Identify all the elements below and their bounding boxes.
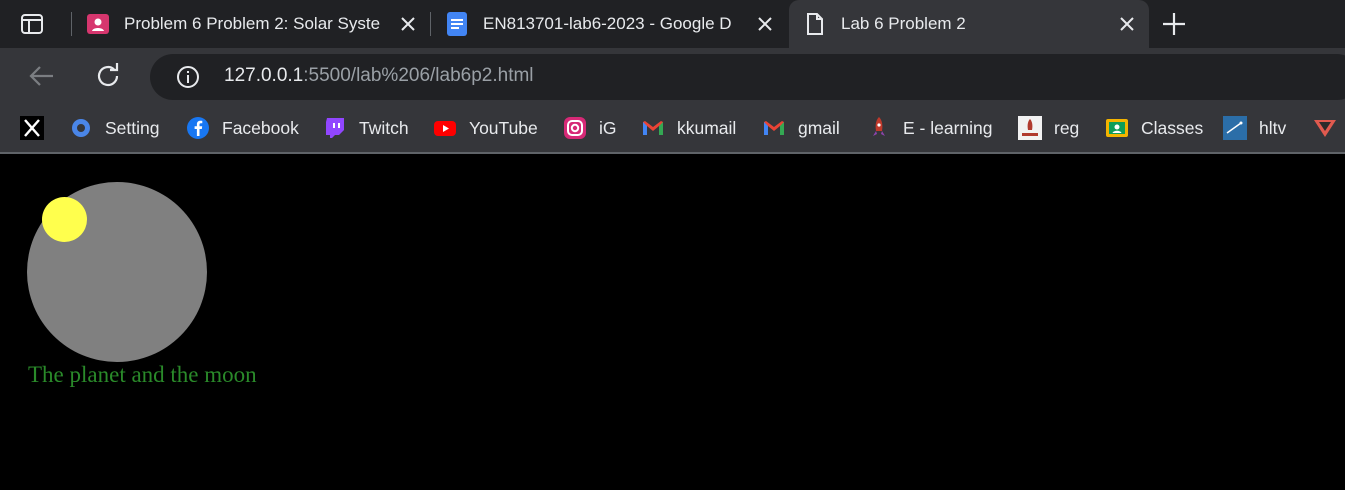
- tab-title: EN813701-lab6-2023 - Google D: [483, 14, 732, 33]
- bookmark-hltv[interactable]: hltv: [1223, 114, 1286, 142]
- close-icon[interactable]: [755, 14, 775, 34]
- youtube-icon: [433, 116, 457, 140]
- tab-separator: [430, 12, 431, 36]
- bookmark-twitch[interactable]: Twitch: [323, 114, 409, 142]
- bookmark-label: Facebook: [222, 117, 299, 138]
- bookmark-shield[interactable]: [1313, 114, 1345, 142]
- reload-icon[interactable]: [92, 60, 124, 92]
- tab-separator: [71, 12, 72, 36]
- bookmark-label: kkumail: [677, 117, 737, 138]
- tab-title: Problem 6 Problem 2: Solar Syste: [124, 14, 381, 33]
- bookmark-label: gmail: [798, 117, 840, 138]
- instagram-icon: [563, 116, 587, 140]
- bookmark-gmail[interactable]: gmail: [762, 114, 840, 142]
- navigation-toolbar: 127.0.0.1:5500/lab%206/lab6p2.html: [0, 48, 1345, 104]
- new-tab-icon[interactable]: [1160, 10, 1188, 38]
- bookmark-label: YouTube: [469, 117, 538, 138]
- moon-circle: [42, 197, 87, 242]
- page-caption: The planet and the moon: [28, 362, 257, 387]
- bookmark-x[interactable]: [20, 114, 56, 142]
- gmail-icon: [762, 116, 786, 140]
- rocket-icon: [867, 116, 891, 140]
- bookmark-classes[interactable]: Classes: [1105, 114, 1203, 142]
- gear-icon: [69, 116, 93, 140]
- tab-actions-icon[interactable]: [20, 12, 44, 36]
- bookmark-facebook[interactable]: Facebook: [186, 114, 299, 142]
- bookmark-ig[interactable]: iG: [563, 114, 617, 142]
- back-icon[interactable]: [26, 60, 58, 92]
- gmail-icon: [641, 116, 665, 140]
- tab-lab-6-problem-2[interactable]: Lab 6 Problem 2: [789, 0, 1149, 48]
- x-icon: [20, 116, 44, 140]
- bookmark-label: Twitch: [359, 117, 409, 138]
- facebook-icon: [186, 116, 210, 140]
- google-docs-icon: [445, 12, 469, 36]
- page-icon: [803, 12, 827, 36]
- bookmarks-bar: Setting Facebook Twitch YouTube iG kkuma…: [0, 104, 1345, 152]
- close-icon[interactable]: [398, 14, 418, 34]
- bookmark-setting[interactable]: Setting: [69, 114, 159, 142]
- url-text[interactable]: 127.0.0.1:5500/lab%206/lab6p2.html: [224, 65, 534, 87]
- bookmark-reg[interactable]: reg: [1018, 114, 1079, 142]
- bookmark-label: Setting: [105, 117, 160, 138]
- bookmark-e-learning[interactable]: E - learning: [867, 114, 993, 142]
- url-host: 127.0.0.1: [224, 65, 304, 86]
- bookmark-kkumail[interactable]: kkumail: [641, 114, 736, 142]
- bookmark-label: Classes: [1141, 117, 1204, 138]
- bookmark-label: iG: [599, 117, 617, 138]
- page-viewport: The planet and the moon: [0, 154, 1345, 490]
- bookmark-youtube[interactable]: YouTube: [433, 114, 538, 142]
- tab-title: Lab 6 Problem 2: [841, 14, 966, 33]
- bookmark-label: E - learning: [903, 117, 993, 138]
- address-bar[interactable]: 127.0.0.1:5500/lab%206/lab6p2.html: [150, 54, 1345, 100]
- tab-strip: Problem 6 Problem 2: Solar Syste EN81370…: [0, 0, 1345, 48]
- reg-icon: [1018, 116, 1042, 140]
- tab-problem-6[interactable]: Problem 6 Problem 2: Solar Syste: [86, 0, 430, 48]
- url-path: :5500/lab%206/lab6p2.html: [303, 65, 534, 86]
- close-icon[interactable]: [1117, 14, 1137, 34]
- bookmark-label: reg: [1054, 117, 1080, 138]
- shield-icon: [1313, 116, 1337, 140]
- tab-google-doc[interactable]: EN813701-lab6-2023 - Google D: [445, 0, 787, 48]
- bookmark-label: hltv: [1259, 117, 1287, 138]
- info-icon[interactable]: [176, 65, 200, 89]
- twitch-icon: [323, 116, 347, 140]
- classroom-icon: [1105, 116, 1129, 140]
- hltv-icon: [1223, 116, 1247, 140]
- classroom-icon: [86, 12, 110, 36]
